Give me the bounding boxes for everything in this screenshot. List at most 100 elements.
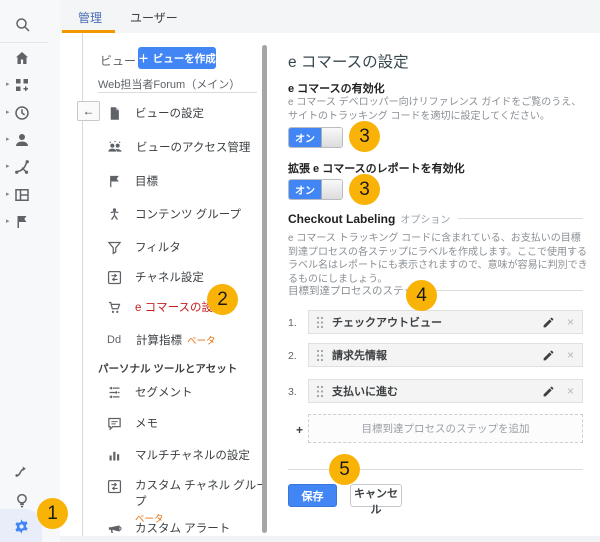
add-funnel-step-button[interactable]: 目標到達プロセスのステップを追加: [308, 414, 583, 443]
expand-arrow-icon[interactable]: ▸: [6, 190, 10, 198]
menu-item-goals[interactable]: 目標: [107, 170, 265, 192]
search-button[interactable]: [0, 15, 60, 35]
expand-arrow-icon[interactable]: ▸: [6, 162, 10, 170]
segments-icon: [107, 385, 122, 400]
drag-handle-icon[interactable]: [316, 316, 324, 329]
plus-icon: ＋: [138, 51, 149, 66]
remove-step-icon[interactable]: ×: [567, 315, 574, 329]
menu-item-view-access[interactable]: ビューのアクセス管理: [107, 136, 265, 158]
menu-item-segments[interactable]: セグメント: [107, 381, 265, 403]
enhanced-ecommerce-heading: 拡張 e コマースのレポートを有効化: [288, 160, 465, 176]
checkout-labeling-description: e コマース トラッキング コードに含まれている、お支払いの目標到達プロセスの各…: [288, 232, 588, 286]
filter-icon: [107, 240, 122, 255]
cancel-button[interactable]: キャンセル: [350, 484, 402, 507]
tab-users[interactable]: ユーザー: [130, 9, 178, 26]
menu-item-view-settings[interactable]: ビューの設定: [107, 102, 265, 124]
enhanced-ecommerce-toggle[interactable]: オン: [288, 179, 343, 200]
menu-divider: [98, 92, 257, 93]
toggle-knob[interactable]: [321, 180, 342, 199]
beta-badge: ベータ: [187, 333, 216, 347]
toggle-on-label: オン: [289, 180, 321, 199]
funnel-step-row: 支払いに進む ×: [308, 379, 583, 403]
toggle-on-label: オン: [289, 128, 321, 147]
funnel-step-row: チェックアウトビュー ×: [308, 310, 583, 334]
menu-item-filters[interactable]: フィルタ: [107, 236, 265, 258]
personal-tools-section-header: パーソナル ツールとアセット: [98, 361, 237, 376]
nav-realtime[interactable]: ▸: [0, 103, 60, 123]
document-icon: [107, 106, 122, 121]
users-icon: [107, 139, 123, 155]
attribution-icon: [13, 462, 31, 480]
step-label: 請求先情報: [332, 347, 542, 363]
annotation-badge-4: 4: [406, 280, 437, 311]
home-icon: [13, 49, 31, 67]
nav-attribution[interactable]: [0, 461, 60, 481]
sidebar-divider: [0, 42, 48, 43]
enable-ecommerce-description: e コマース デベロッパー向けリファレンス ガイドをご覧のうえ、サイトのトラッキ…: [288, 96, 588, 123]
acquisition-icon: [13, 158, 31, 176]
step-number: 3.: [288, 386, 304, 398]
step-number: 1.: [288, 317, 304, 329]
page-title: e コマースの設定: [288, 50, 409, 72]
lightbulb-icon: [13, 492, 31, 510]
annotation-badge-3: 3: [349, 121, 380, 152]
checkout-labeling-header: Checkout Labeling オプション: [288, 211, 583, 226]
clock-icon: [13, 104, 31, 122]
remove-step-icon[interactable]: ×: [567, 348, 574, 362]
enable-ecommerce-toggle[interactable]: オン: [288, 127, 343, 148]
active-tab-underline: [62, 30, 115, 33]
annotation-badge-5: 5: [329, 454, 360, 485]
memo-icon: [107, 416, 122, 431]
nav-home[interactable]: [0, 48, 60, 68]
analytics-admin-screen: ▸ ▸ ▸ ▸ ▸ ▸: [0, 0, 600, 542]
menu-item-channel-settings[interactable]: チャネル設定: [107, 266, 265, 288]
toggle-knob[interactable]: [321, 128, 342, 147]
edit-pencil-icon[interactable]: [542, 349, 555, 362]
person-icon: [13, 131, 31, 149]
save-button[interactable]: 保存: [288, 484, 337, 507]
drag-handle-icon[interactable]: [316, 385, 324, 398]
step-label: 支払いに進む: [332, 383, 542, 399]
content-group-icon: [107, 207, 122, 222]
expand-arrow-icon[interactable]: ▸: [6, 217, 10, 225]
remove-step-icon[interactable]: ×: [567, 384, 574, 398]
edit-pencil-icon[interactable]: [542, 316, 555, 329]
header-rule: [433, 290, 584, 291]
header-rule: [458, 218, 583, 219]
expand-arrow-icon[interactable]: ▸: [6, 80, 10, 88]
search-icon: [14, 16, 32, 34]
edit-pencil-icon[interactable]: [542, 385, 555, 398]
expand-arrow-icon[interactable]: ▸: [6, 135, 10, 143]
bar-chart-icon: [107, 448, 122, 463]
nav-audience[interactable]: ▸: [0, 130, 60, 150]
create-view-label: ビューを作成: [153, 51, 216, 66]
step-label: チェックアウトビュー: [332, 314, 542, 330]
nav-behavior[interactable]: ▸: [0, 185, 60, 205]
create-view-button[interactable]: ＋ ビューを作成: [138, 47, 216, 69]
menu-item-ecommerce-settings[interactable]: e コマースの設定: [107, 296, 265, 318]
add-step-plus-icon[interactable]: +: [296, 423, 303, 437]
menu-item-notes[interactable]: メモ: [107, 412, 265, 434]
enable-ecommerce-heading: e コマースの有効化: [288, 80, 385, 96]
menu-item-calculated-metrics[interactable]: Dd 計算指標 ベータ: [107, 329, 265, 351]
window-bottom-edge: [0, 536, 600, 542]
flag-icon: [107, 174, 122, 189]
menu-item-content-grouping[interactable]: コンテンツ グループ: [107, 203, 265, 225]
collapse-panel-button[interactable]: ←: [77, 101, 100, 121]
customization-icon: [13, 76, 31, 94]
menu-scrollbar[interactable]: [262, 45, 267, 533]
channel-settings-icon: [107, 270, 122, 285]
admin-tab-bar: 管理 ユーザー: [60, 0, 600, 33]
calculated-metrics-icon: Dd: [107, 334, 123, 346]
nav-customization[interactable]: ▸: [0, 75, 60, 95]
current-view-name: Web担当者Forum（メイン）: [98, 76, 240, 92]
nav-conversions[interactable]: ▸: [0, 212, 60, 232]
menu-item-multichannel-settings[interactable]: マルチチャネルの設定: [107, 444, 265, 466]
nav-acquisition[interactable]: ▸: [0, 157, 60, 177]
tab-admin[interactable]: 管理: [78, 9, 102, 26]
funnel-step-row: 請求先情報 ×: [308, 343, 583, 367]
drag-handle-icon[interactable]: [316, 349, 324, 362]
expand-arrow-icon[interactable]: ▸: [6, 108, 10, 116]
behavior-icon: [13, 186, 31, 204]
gear-icon: [13, 518, 30, 535]
